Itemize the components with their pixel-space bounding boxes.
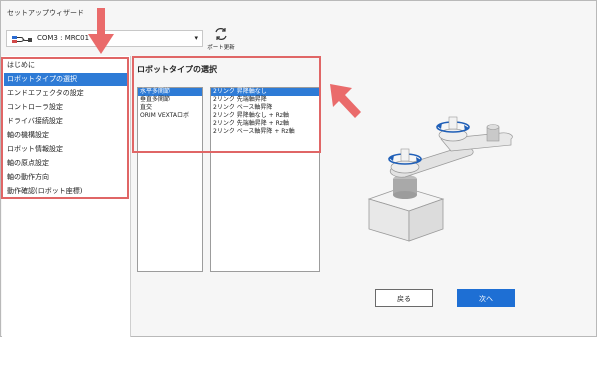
usb-cable-icon — [12, 36, 32, 43]
back-button[interactable]: 戻る — [375, 289, 433, 307]
port-refresh-label: ポート更新 — [207, 45, 235, 51]
scara-robot-illustration — [367, 116, 513, 242]
down-arrow-annotation-icon — [88, 8, 114, 54]
selection-highlight-box — [132, 56, 321, 153]
next-button[interactable]: 次へ — [457, 289, 515, 307]
port-select-value: COM3 : MRC01 — [37, 34, 90, 42]
refresh-ports-icon — [215, 28, 227, 40]
diagonal-arrow-annotation-icon — [330, 84, 361, 118]
sidebar-highlight-box — [1, 57, 129, 199]
window-title: セットアップウィザード — [7, 9, 84, 17]
chevron-down-icon: ▾ — [194, 34, 198, 42]
port-refresh-button[interactable]: ポート更新 — [205, 26, 237, 52]
